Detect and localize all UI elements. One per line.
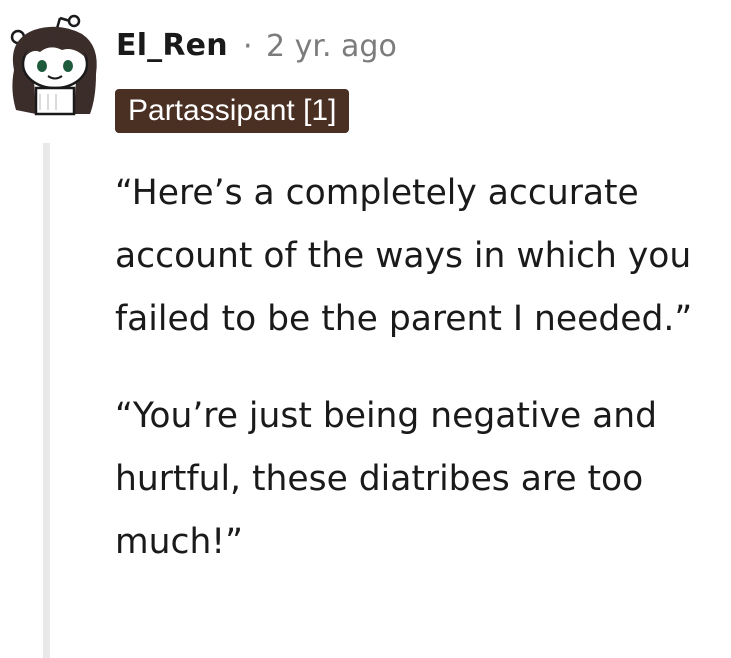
thread-collapse-line[interactable]	[43, 143, 50, 658]
snoo-avatar-icon	[10, 14, 97, 116]
comment-paragraph: “You’re just being negative and hurtful,…	[115, 396, 658, 562]
meta-separator: ·	[243, 29, 253, 64]
user-flair-badge: Partassipant [1]	[115, 89, 350, 133]
user-avatar-icon[interactable]	[4, 10, 104, 120]
comment-timestamp[interactable]: 2 yr. ago	[266, 29, 397, 64]
comment-body: “Here’s a completely accurate account of…	[115, 162, 715, 608]
comment-paragraph: “Here’s a completely accurate account of…	[115, 173, 693, 339]
comment: El_Ren · 2 yr. ago Partassipant [1] “Her…	[0, 0, 731, 658]
username-link[interactable]: El_Ren	[116, 28, 228, 63]
